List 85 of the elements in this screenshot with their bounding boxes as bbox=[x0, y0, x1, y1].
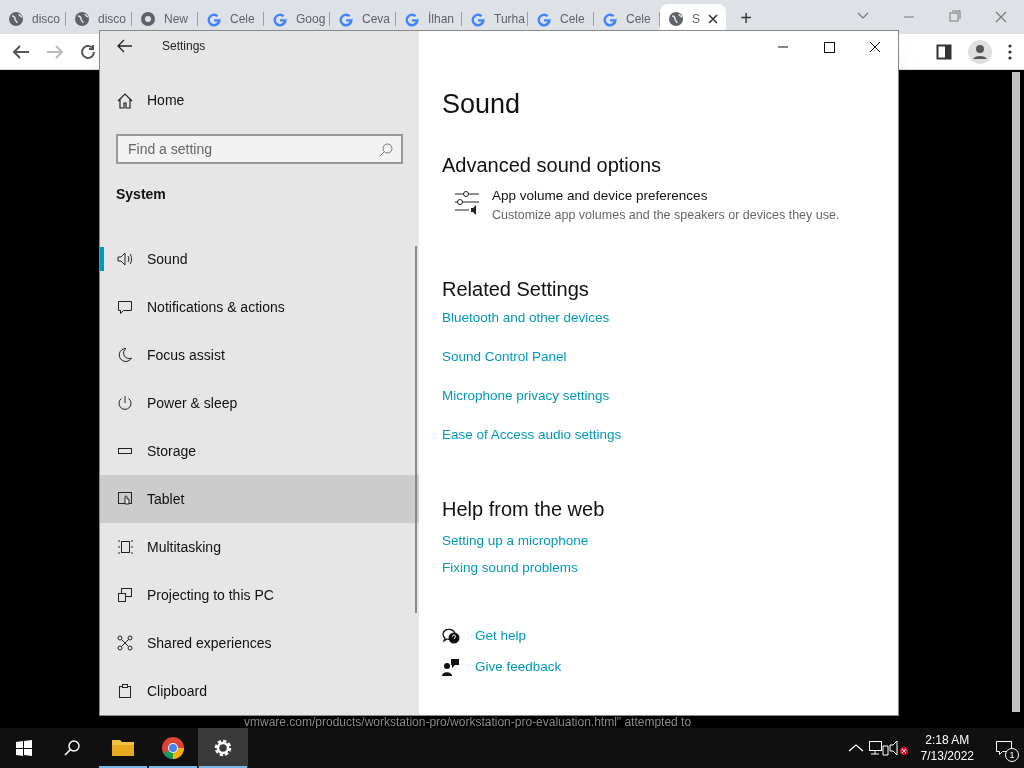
app-volume-link[interactable]: App volume and device preferences Customize app volumes and the speakers or devices they use. bbox=[454, 187, 898, 225]
search-icon bbox=[379, 143, 393, 158]
browser-tab[interactable]: Goog bbox=[264, 4, 330, 34]
browser-tab[interactable]: Cele bbox=[594, 4, 660, 34]
sidebar-item[interactable]: Clipboard bbox=[100, 667, 419, 715]
sliders-icon bbox=[454, 189, 480, 215]
new-tab-button[interactable]: + bbox=[734, 6, 758, 30]
speaker-icon bbox=[117, 251, 133, 267]
globe-icon bbox=[8, 11, 24, 27]
google-icon bbox=[404, 11, 420, 27]
globe-icon bbox=[668, 11, 684, 27]
chrome-icon bbox=[161, 736, 185, 760]
google-icon bbox=[602, 11, 618, 27]
sidebar-item[interactable]: Projecting to this PC bbox=[100, 571, 419, 619]
browser-tab[interactable]: Cele bbox=[528, 4, 594, 34]
get-help-link[interactable]: Get help bbox=[475, 626, 527, 647]
browser-tab[interactable]: disco bbox=[0, 4, 66, 34]
sidebar-item[interactable]: Notifications & actions bbox=[100, 283, 419, 331]
google-icon bbox=[272, 11, 288, 27]
browser-tab[interactable]: disco bbox=[66, 4, 132, 34]
help-link[interactable]: Fixing sound problems bbox=[442, 558, 578, 578]
taskbar-app[interactable] bbox=[198, 728, 248, 768]
notification-count: 1 bbox=[1005, 748, 1019, 762]
section-heading: Related Settings bbox=[442, 277, 590, 302]
browser-tab[interactable]: İlhan bbox=[396, 4, 462, 34]
close-icon[interactable] bbox=[708, 14, 718, 24]
section-heading: Advanced sound options bbox=[442, 153, 663, 178]
back-arrow-icon[interactable] bbox=[117, 39, 133, 53]
notification-button[interactable]: 1 bbox=[984, 728, 1024, 768]
section-heading: Help from the web bbox=[442, 497, 606, 522]
help-chat-icon bbox=[442, 627, 460, 646]
sidebar-item[interactable]: Shared experiences bbox=[100, 619, 419, 667]
network-icon bbox=[117, 635, 133, 651]
message-icon bbox=[995, 740, 1013, 756]
reload-icon[interactable] bbox=[80, 43, 96, 60]
scrollbar[interactable] bbox=[415, 246, 417, 613]
home-link[interactable]: Home bbox=[147, 90, 185, 111]
home-icon bbox=[117, 92, 133, 109]
google-icon bbox=[536, 11, 552, 27]
google-icon bbox=[338, 11, 354, 27]
search-field[interactable]: Find a setting bbox=[116, 134, 403, 164]
help-link[interactable]: Setting up a microphone bbox=[442, 531, 589, 551]
browser-tab[interactable]: Ceva bbox=[330, 4, 396, 34]
menu-icon[interactable] bbox=[1008, 43, 1012, 60]
chrome-icon bbox=[140, 11, 156, 27]
message-icon bbox=[117, 299, 133, 315]
search-icon bbox=[64, 740, 80, 756]
window-title: Settings bbox=[162, 38, 206, 55]
sidebar-icon[interactable] bbox=[936, 43, 952, 60]
scrollbar[interactable] bbox=[1012, 72, 1020, 712]
clock[interactable]: 2:18 AM 7/13/2022 bbox=[910, 732, 984, 764]
clipboard-icon bbox=[117, 683, 133, 699]
browser-tab[interactable]: Cele bbox=[198, 4, 264, 34]
settings-link[interactable]: Ease of Access audio settings bbox=[442, 425, 622, 445]
windows-icon bbox=[16, 740, 32, 756]
profile-icon[interactable] bbox=[968, 39, 992, 64]
projector-icon bbox=[117, 587, 133, 603]
sidebar-item[interactable]: Power & sleep bbox=[100, 379, 419, 427]
power-icon bbox=[117, 395, 133, 411]
network-icon[interactable] bbox=[866, 740, 889, 756]
back-arrow-icon[interactable] bbox=[12, 43, 30, 60]
sidebar-item[interactable]: Tablet bbox=[100, 475, 419, 523]
moon-icon bbox=[117, 347, 133, 363]
google-icon bbox=[470, 11, 486, 27]
sidebar-item[interactable]: Sound bbox=[100, 235, 419, 283]
give-feedback-link[interactable]: Give feedback bbox=[475, 657, 562, 678]
section-heading: System bbox=[116, 185, 167, 204]
tablet-icon bbox=[117, 491, 133, 507]
browser-tab[interactable]: New bbox=[132, 4, 198, 34]
sidebar-item[interactable]: Storage bbox=[100, 427, 419, 475]
page-title: Sound bbox=[442, 88, 522, 121]
link-title: App volume and device preferences bbox=[492, 187, 709, 205]
link-description: Customize app volumes and the speakers or devices they use. bbox=[492, 207, 840, 224]
settings-link[interactable]: Sound Control Panel bbox=[442, 347, 567, 367]
sidebar-item[interactable]: Multitasking bbox=[100, 523, 419, 571]
feedback-icon bbox=[442, 658, 460, 677]
browser-tab[interactable]: Turha bbox=[462, 4, 528, 34]
page-text: vmware.com/products/workstation-pro/workstation-pro-evaluation.html" attempted to bbox=[244, 716, 692, 728]
settings-link[interactable]: Bluetooth and other devices bbox=[442, 308, 610, 328]
multitasking-icon bbox=[117, 539, 133, 555]
google-icon bbox=[206, 11, 222, 27]
settings-link[interactable]: Microphone privacy settings bbox=[442, 386, 610, 406]
globe-icon bbox=[74, 11, 90, 27]
volume-muted-icon[interactable] bbox=[888, 740, 911, 756]
sidebar-item[interactable]: Focus assist bbox=[100, 331, 419, 379]
